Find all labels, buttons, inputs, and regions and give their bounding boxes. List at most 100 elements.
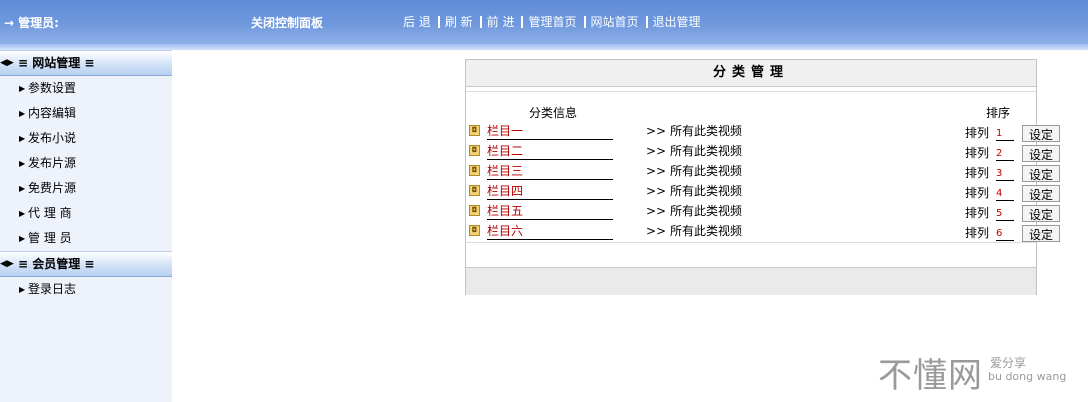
sidebar-item-settings[interactable]: ▶ 参数设置	[0, 76, 172, 101]
sort-label: 排列	[965, 186, 990, 200]
nav-separator	[437, 15, 440, 28]
sidebar-item-login-log[interactable]: ▶ 登录日志	[0, 277, 172, 302]
triangle-right-icon: ▶	[19, 234, 26, 243]
nav-logout[interactable]: 退出管理	[653, 13, 701, 30]
nav-separator	[583, 15, 586, 28]
sidebar-item-label: 管 理 员	[28, 231, 72, 245]
column-header-sort: 排序	[986, 106, 1011, 120]
collapse-arrows-icon: ◀▶	[0, 259, 14, 269]
panel-footer	[466, 267, 1036, 295]
category-row: ◘ 栏目五 >> 所有此类视频 排列 设定	[466, 203, 1060, 223]
category-name-link[interactable]: 栏目五	[487, 204, 613, 220]
folder-icon: ◘	[469, 225, 480, 236]
sort-order-input[interactable]	[996, 126, 1014, 141]
set-button[interactable]: 设定	[1022, 225, 1060, 242]
arrow-icon: →	[4, 16, 15, 30]
sidebar-item-agent[interactable]: ▶ 代 理 商	[0, 201, 172, 226]
sort-order-input[interactable]	[996, 146, 1014, 161]
set-button[interactable]: 设定	[1022, 165, 1060, 182]
nav-separator	[479, 15, 482, 28]
sidebar-item-content-edit[interactable]: ▶ 内容编辑	[0, 101, 172, 126]
sidebar: ◀▶ ≡ 网站管理 ≡ ▶ 参数设置 ▶ 内容编辑 ▶ 发布小说 ▶ 发布片源 ▶ 免费片…	[0, 50, 172, 402]
nav-back[interactable]: 后 退	[403, 13, 431, 30]
all-videos-link[interactable]: >> 所有此类视频	[646, 163, 742, 179]
all-videos-link[interactable]: >> 所有此类视频	[646, 223, 742, 239]
sort-order-input[interactable]	[996, 226, 1014, 241]
all-videos-link[interactable]: >> 所有此类视频	[646, 203, 742, 219]
category-name-link[interactable]: 栏目三	[487, 164, 613, 180]
sidebar-item-administrator[interactable]: ▶ 管 理 员	[0, 226, 172, 251]
sidebar-item-publish-novel[interactable]: ▶ 发布小说	[0, 126, 172, 151]
set-button[interactable]: 设定	[1022, 125, 1060, 142]
sidebar-item-label: 发布片源	[28, 156, 77, 170]
nav-admin-home[interactable]: 管理首页	[528, 13, 576, 30]
panel-title: 分类管理	[466, 60, 1036, 87]
triangle-right-icon: ▶	[19, 209, 26, 218]
sort-label: 排列	[965, 166, 990, 180]
all-videos-link[interactable]: >> 所有此类视频	[646, 123, 742, 139]
link-prefix: >>	[646, 204, 667, 218]
folder-icon: ◘	[469, 125, 480, 136]
all-videos-link[interactable]: >> 所有此类视频	[646, 183, 742, 199]
watermark-pinyin: bu dong wang	[988, 370, 1067, 383]
set-button[interactable]: 设定	[1022, 205, 1060, 222]
close-control-panel-link[interactable]: 关闭控制面板	[251, 14, 323, 31]
link-text: 所有此类视频	[669, 184, 742, 198]
folder-icon: ◘	[469, 165, 480, 176]
collapse-arrows-icon: ◀▶	[0, 58, 14, 68]
top-nav: 后 退 刷 新 前 进 管理首页 网站首页 退出管理	[403, 13, 701, 30]
category-row: ◘ 栏目三 >> 所有此类视频 排列 设定	[466, 163, 1060, 183]
top-bar: → 管理员: 关闭控制面板 后 退 刷 新 前 进 管理首页 网站首页 退出管理	[0, 0, 1088, 44]
column-header-category-info: 分类信息	[529, 106, 578, 120]
sort-label: 排列	[965, 226, 990, 240]
sidebar-group-member-management[interactable]: ◀▶ ≡ 会员管理 ≡	[0, 251, 172, 277]
sort-order-input[interactable]	[996, 166, 1014, 181]
sidebar-item-label: 发布小说	[28, 131, 77, 145]
category-row: ◘ 栏目二 >> 所有此类视频 排列 设定	[466, 143, 1060, 163]
folder-icon: ◘	[469, 205, 480, 216]
link-prefix: >>	[646, 184, 667, 198]
category-name-link[interactable]: 栏目二	[487, 144, 613, 160]
link-prefix: >>	[646, 144, 667, 158]
set-button[interactable]: 设定	[1022, 185, 1060, 202]
link-text: 所有此类视频	[669, 144, 742, 158]
category-name-link[interactable]: 栏目一	[487, 124, 613, 140]
sidebar-group-title: ≡ 网站管理 ≡	[18, 56, 95, 70]
watermark-slogan: 爱分享	[990, 356, 1027, 370]
sidebar-item-label: 代 理 商	[28, 206, 72, 220]
set-button[interactable]: 设定	[1022, 145, 1060, 162]
triangle-right-icon: ▶	[19, 84, 26, 93]
sidebar-item-free-source[interactable]: ▶ 免费片源	[0, 176, 172, 201]
category-list: ◘ 栏目一 >> 所有此类视频 排列 设定 ◘ 栏目二 >> 所有此类视频 排列…	[466, 123, 1060, 243]
folder-icon: ◘	[469, 145, 480, 156]
sidebar-item-publish-source[interactable]: ▶ 发布片源	[0, 151, 172, 176]
sort-label: 排列	[965, 206, 990, 220]
admin-label: → 管理员:	[4, 14, 59, 31]
triangle-right-icon: ▶	[19, 159, 26, 168]
all-videos-link[interactable]: >> 所有此类视频	[646, 143, 742, 159]
sort-order-input[interactable]	[996, 186, 1014, 201]
sort-order-input[interactable]	[996, 206, 1014, 221]
nav-site-home[interactable]: 网站首页	[591, 13, 639, 30]
category-management-panel: 分类管理 分类信息 排序 ◘ 栏目一 >> 所有此类视频 排列 设定 ◘ 栏目二…	[465, 59, 1060, 295]
watermark: 不懂网 爱分享 bu dong wang	[878, 348, 1066, 397]
category-name-link[interactable]: 栏目六	[487, 224, 613, 240]
sidebar-item-label: 内容编辑	[28, 106, 77, 120]
folder-icon: ◘	[469, 185, 480, 196]
divider	[466, 87, 1036, 92]
triangle-right-icon: ▶	[19, 285, 26, 294]
nav-refresh[interactable]: 刷 新	[445, 13, 473, 30]
link-prefix: >>	[646, 224, 667, 238]
category-name-link[interactable]: 栏目四	[487, 184, 613, 200]
sidebar-group-title: ≡ 会员管理 ≡	[18, 257, 95, 271]
nav-separator	[521, 15, 524, 28]
link-prefix: >>	[646, 124, 667, 138]
category-row: ◘ 栏目六 >> 所有此类视频 排列 设定	[466, 223, 1060, 243]
nav-forward[interactable]: 前 进	[487, 13, 515, 30]
triangle-right-icon: ▶	[19, 134, 26, 143]
divider	[466, 242, 1036, 243]
triangle-right-icon: ▶	[19, 184, 26, 193]
sidebar-item-label: 参数设置	[28, 81, 77, 95]
sidebar-item-label: 免费片源	[28, 181, 77, 195]
sidebar-group-site-management[interactable]: ◀▶ ≡ 网站管理 ≡	[0, 50, 172, 76]
